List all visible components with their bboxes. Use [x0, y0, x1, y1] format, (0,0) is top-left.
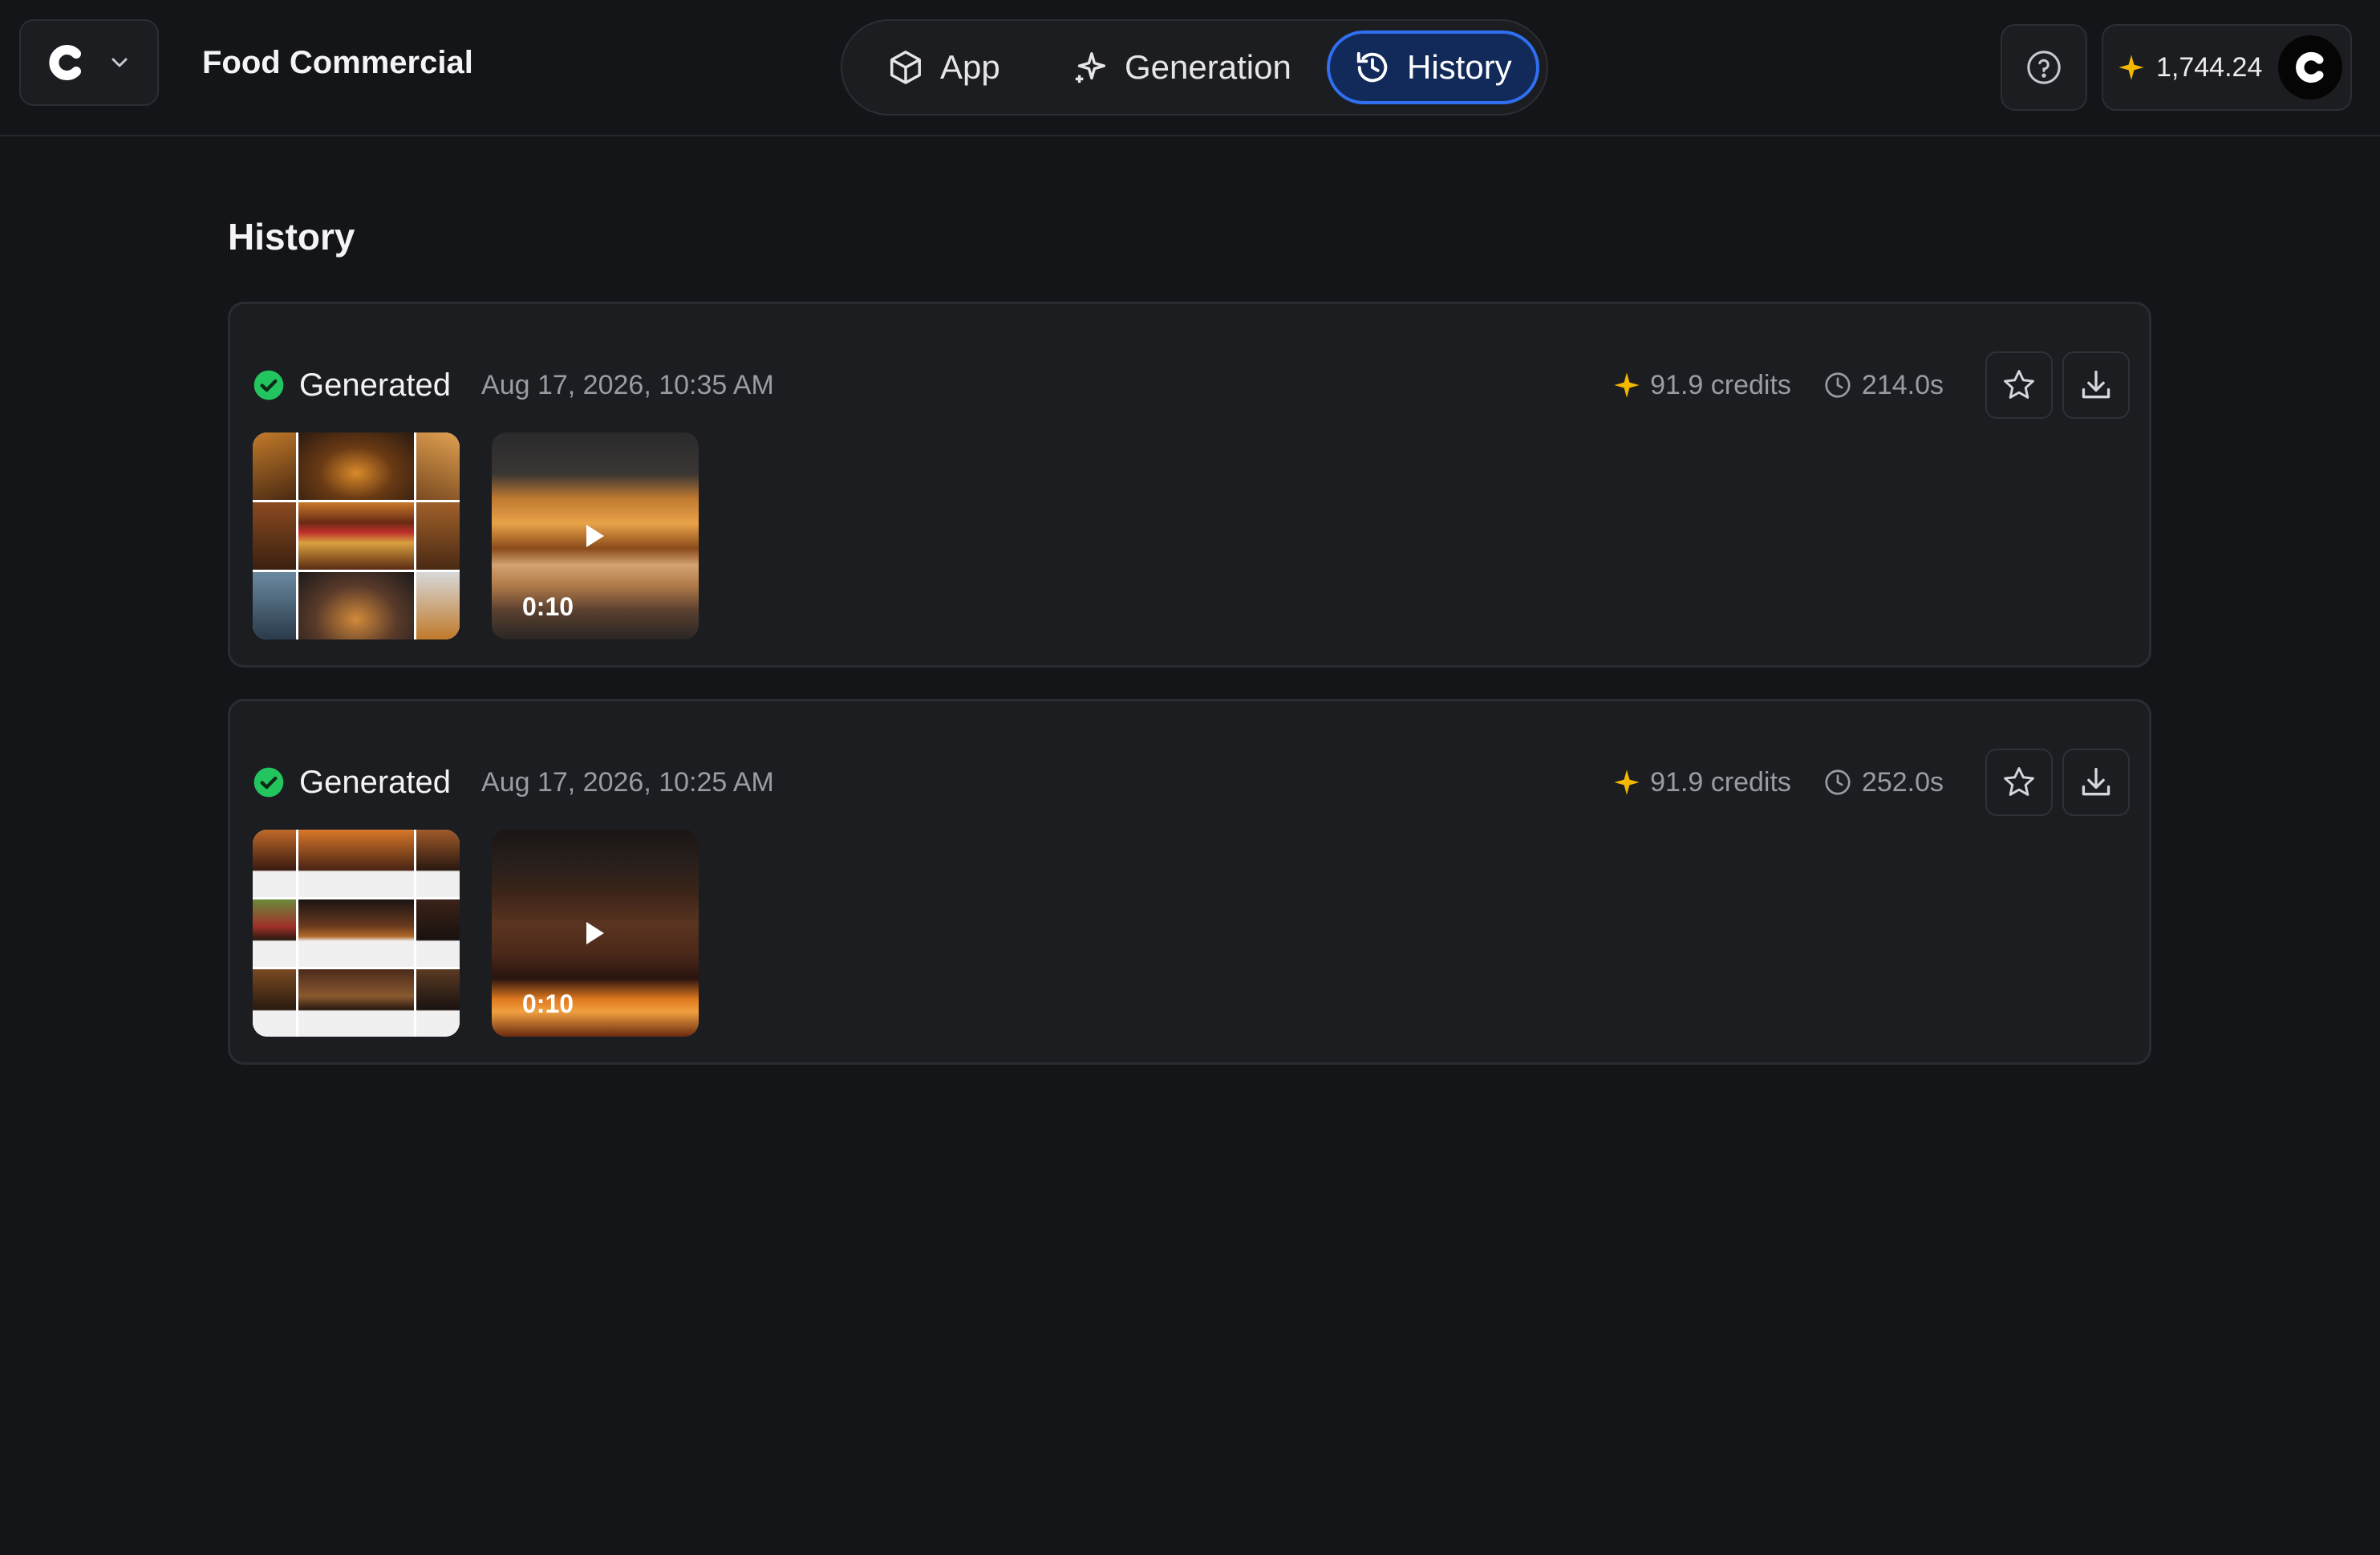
video-duration: 0:10 [522, 592, 574, 621]
credits-used: 91.9 credits [1613, 767, 1791, 798]
workspace-switcher-button[interactable] [19, 19, 159, 106]
video-thumbnail[interactable]: 0:10 [492, 830, 699, 1037]
clock-icon [1825, 372, 1851, 398]
top-bar: Food Commercial App Generation History 1… [0, 0, 2380, 136]
generation-time-label: 252.0s [1861, 766, 1944, 798]
check-circle-icon [253, 767, 284, 798]
storyboard-thumbnail[interactable] [253, 830, 460, 1037]
main-nav: App Generation History [841, 19, 1548, 116]
credits-used-label: 91.9 credits [1650, 766, 1791, 798]
star-outline-icon [2004, 767, 2034, 796]
tab-generation[interactable]: Generation [1048, 30, 1316, 104]
sparkles-icon [1075, 52, 1105, 83]
storyboard-grid [253, 432, 460, 639]
status-badge: Generated [253, 367, 451, 404]
credits-used-label: 91.9 credits [1650, 369, 1791, 400]
tab-app[interactable]: App [863, 30, 1024, 104]
generation-time: 214.0s [1823, 370, 1944, 401]
help-button[interactable] [2001, 24, 2087, 111]
cube-icon [890, 51, 921, 84]
chevron-down-icon [111, 58, 128, 67]
play-icon [586, 922, 604, 944]
credit-star-icon [1614, 372, 1640, 398]
check-circle-icon [253, 370, 284, 400]
generation-time-label: 214.0s [1861, 369, 1944, 400]
clock-icon [1825, 769, 1851, 795]
timestamp: Aug 17, 2026, 10:25 AM [481, 766, 774, 798]
user-avatar[interactable] [2278, 35, 2342, 99]
outputs: 0:10 [253, 830, 699, 1037]
brand-logo-icon [49, 45, 81, 80]
video-duration: 0:10 [522, 989, 574, 1018]
credits-used: 91.9 credits [1613, 370, 1791, 401]
history-item-header: Generated Aug 17, 2026, 10:25 AM 91.9 cr… [253, 746, 2130, 818]
credit-star-icon [1614, 769, 1640, 795]
download-icon [2082, 767, 2110, 796]
avatar-logo-icon [2296, 51, 2324, 83]
history-item: Generated Aug 17, 2026, 10:35 AM 91.9 cr… [228, 302, 2151, 668]
tab-generation-label: Generation [1125, 48, 1291, 86]
download-icon [2082, 370, 2110, 399]
status-badge: Generated [253, 765, 451, 801]
star-outline-icon [2004, 370, 2034, 399]
favorite-button[interactable] [1985, 749, 2053, 816]
timestamp: Aug 17, 2026, 10:35 AM [481, 369, 774, 400]
download-button[interactable] [2062, 749, 2130, 816]
page-title: History [228, 216, 355, 258]
tab-history[interactable]: History [1327, 30, 1539, 104]
credits-amount: 1,744.24 [2156, 51, 2263, 83]
favorite-button[interactable] [1985, 351, 2053, 419]
credit-star-icon [2118, 55, 2144, 80]
app-title: Food Commercial [202, 45, 473, 80]
tab-history-label: History [1407, 48, 1512, 86]
status-label: Generated [299, 764, 452, 800]
history-item: Generated Aug 17, 2026, 10:25 AM 91.9 cr… [228, 699, 2151, 1065]
history-clock-icon [1356, 51, 1388, 83]
tab-app-label: App [940, 48, 1000, 86]
storyboard-grid [253, 830, 460, 1037]
play-icon [586, 525, 604, 547]
status-label: Generated [299, 367, 452, 403]
storyboard-thumbnail[interactable] [253, 432, 460, 639]
credits-balance[interactable]: 1,744.24 [2102, 24, 2352, 111]
help-icon [2027, 51, 2061, 84]
generation-time: 252.0s [1823, 767, 1944, 798]
history-item-header: Generated Aug 17, 2026, 10:35 AM 91.9 cr… [253, 349, 2130, 421]
download-button[interactable] [2062, 351, 2130, 419]
outputs: 0:10 [253, 432, 699, 639]
video-thumbnail[interactable]: 0:10 [492, 432, 699, 639]
